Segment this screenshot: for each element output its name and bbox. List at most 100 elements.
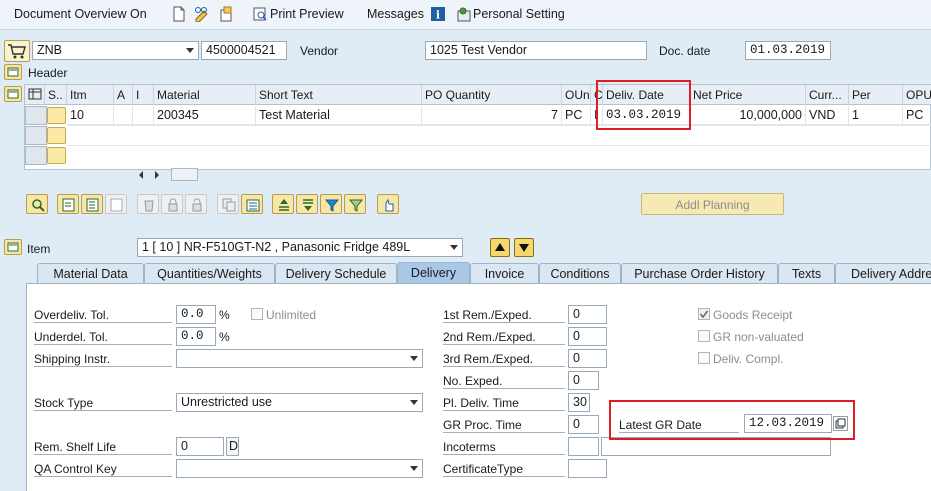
grid-config-icon[interactable] [25, 85, 45, 105]
edit-glasses-icon[interactable] [194, 6, 210, 23]
sort-ascending-icon[interactable] [272, 194, 294, 214]
filter-icon[interactable] [320, 194, 342, 214]
tab-delivery[interactable]: Delivery [397, 262, 470, 284]
personal-setting-button[interactable]: Personal Setting [473, 7, 565, 21]
col-po-quantity[interactable]: PO Quantity [422, 85, 562, 105]
print-preview-icon[interactable] [252, 6, 268, 22]
rem1-exped-field[interactable]: 0 [568, 305, 607, 324]
rem-shelf-life-unit[interactable]: D [226, 437, 239, 456]
cart-icon[interactable] [4, 40, 30, 62]
col-status[interactable]: S.. [45, 85, 67, 105]
vendor-field[interactable]: 1025 Test Vendor [425, 41, 647, 60]
col-currency[interactable]: Curr... [806, 85, 849, 105]
header-section-label[interactable]: Header [28, 66, 67, 80]
scroll-left-icon[interactable] [137, 169, 145, 183]
default-values-icon[interactable] [377, 194, 399, 214]
col-item-category[interactable]: I [133, 85, 154, 105]
rem2-exped-field[interactable]: 0 [568, 327, 607, 346]
tab-invoice[interactable]: Invoice [470, 263, 539, 283]
cell-short-text[interactable]: Test Material [256, 106, 422, 125]
cell-opu[interactable]: PC [903, 106, 931, 125]
goods-receipt-checkbox[interactable] [698, 308, 710, 320]
item-detail-icon[interactable] [4, 239, 22, 255]
details-icon[interactable] [26, 194, 48, 214]
gr-non-valuated-checkbox[interactable] [698, 330, 710, 342]
select-all-icon[interactable] [57, 194, 79, 214]
cell-po-quantity[interactable]: 7 [422, 106, 562, 125]
personal-setting-icon[interactable] [456, 6, 472, 22]
new-document-icon[interactable] [172, 6, 188, 22]
doc-type-select[interactable]: ZNB [32, 41, 199, 60]
deliv-compl-checkbox[interactable] [698, 352, 710, 364]
cell-item[interactable]: 10 [67, 106, 114, 125]
row-selector[interactable] [25, 126, 47, 145]
row-status-cell[interactable] [47, 127, 66, 144]
cell-net-price[interactable]: 10,000,000 [690, 106, 806, 125]
lock-icon[interactable] [161, 194, 183, 214]
cell-a[interactable] [114, 106, 133, 125]
other-document-icon[interactable] [218, 6, 234, 22]
subtotal-icon[interactable] [344, 194, 366, 214]
tab-texts[interactable]: Texts [778, 263, 835, 283]
qa-control-key-select[interactable] [176, 459, 423, 478]
col-net-price[interactable]: Net Price [690, 85, 806, 105]
addl-planning-button[interactable]: Addl Planning [641, 193, 784, 215]
cell-per[interactable]: 1 [849, 106, 903, 125]
select-block-icon[interactable] [81, 194, 103, 214]
pl-deliv-time-field[interactable]: 30 [568, 393, 590, 412]
previous-item-button[interactable] [490, 238, 510, 257]
overdeliv-tol-field[interactable]: 0.0 [176, 305, 216, 324]
chevron-down-icon [410, 400, 418, 405]
no-exped-field[interactable]: 0 [568, 371, 599, 390]
paste-icon[interactable] [241, 194, 263, 214]
tab-quantities-weights[interactable]: Quantities/Weights [144, 263, 275, 283]
item-select[interactable]: 1 [ 10 ] NR-F510GT-N2 , Panasonic Fridge… [137, 238, 463, 257]
col-opu[interactable]: OPU [903, 85, 931, 105]
cell-material[interactable]: 200345 [154, 106, 256, 125]
scroll-right-icon[interactable] [153, 169, 161, 183]
col-account-assignment[interactable]: A [114, 85, 133, 105]
cell-order-unit[interactable]: PC [562, 106, 591, 125]
tab-delivery-address[interactable]: Delivery Address [835, 263, 931, 283]
tab-material-data[interactable]: Material Data [37, 263, 144, 283]
document-overview-button[interactable]: Document Overview On [14, 7, 147, 21]
rem3-exped-field[interactable]: 0 [568, 349, 607, 368]
info-icon[interactable]: i [430, 6, 446, 22]
unlock-icon[interactable] [185, 194, 207, 214]
copy-icon[interactable] [217, 194, 239, 214]
cell-currency[interactable]: VND [806, 106, 849, 125]
doc-type-value: ZNB [37, 43, 62, 57]
underdel-tol-field[interactable]: 0.0 [176, 327, 216, 346]
deselect-all-icon[interactable] [105, 194, 127, 214]
col-item[interactable]: Itm [67, 85, 114, 105]
unlimited-checkbox[interactable] [251, 308, 263, 320]
item-overview-icon[interactable] [4, 86, 22, 102]
doc-date-field[interactable]: 01.03.2019 [745, 41, 831, 60]
sort-descending-icon[interactable] [296, 194, 318, 214]
row-selector[interactable] [25, 146, 47, 165]
col-per[interactable]: Per [849, 85, 903, 105]
gr-proc-time-field[interactable]: 0 [568, 415, 599, 434]
row-status-cell[interactable] [47, 147, 66, 164]
delete-icon[interactable] [137, 194, 159, 214]
messages-button[interactable]: Messages [367, 7, 424, 21]
incoterms-field[interactable] [568, 437, 599, 456]
col-order-unit[interactable]: OUn [562, 85, 591, 105]
next-item-button[interactable] [514, 238, 534, 257]
horizontal-scrollbar[interactable] [171, 168, 198, 181]
rem-shelf-life-field[interactable]: 0 [176, 437, 224, 456]
tab-delivery-schedule[interactable]: Delivery Schedule [275, 263, 397, 283]
print-preview-button[interactable]: Print Preview [270, 7, 344, 21]
col-material[interactable]: Material [154, 85, 256, 105]
col-short-text[interactable]: Short Text [256, 85, 422, 105]
certificate-type-field[interactable] [568, 459, 607, 478]
row-status-cell[interactable] [47, 107, 66, 124]
shipping-instr-select[interactable] [176, 349, 423, 368]
header-expand-icon[interactable] [4, 64, 22, 80]
cell-i[interactable] [133, 106, 154, 125]
stock-type-select[interactable]: Unrestricted use [176, 393, 423, 412]
tab-purchase-order-history[interactable]: Purchase Order History [621, 263, 778, 283]
tab-conditions[interactable]: Conditions [539, 263, 621, 283]
po-number-field[interactable]: 4500004521 [201, 41, 287, 60]
row-selector[interactable] [25, 106, 47, 125]
